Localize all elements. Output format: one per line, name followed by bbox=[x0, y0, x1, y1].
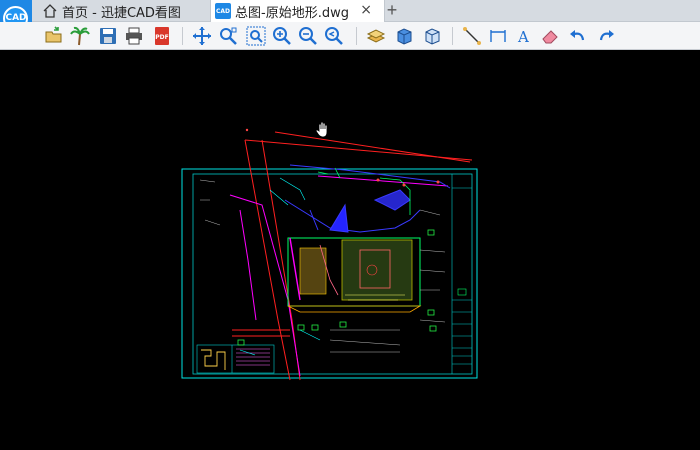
palm-icon[interactable] bbox=[70, 26, 90, 46]
toolbar-divider bbox=[452, 27, 453, 45]
zoom-out-icon[interactable] bbox=[298, 26, 318, 46]
undo-icon[interactable] bbox=[568, 26, 588, 46]
home-icon bbox=[43, 4, 57, 18]
dimension-icon[interactable] bbox=[488, 26, 508, 46]
print-icon[interactable] bbox=[124, 26, 144, 46]
sheet-inner-frame bbox=[192, 173, 473, 375]
zoom-in-icon[interactable] bbox=[272, 26, 292, 46]
text-tool-glyph: A bbox=[517, 28, 529, 46]
new-tab-button[interactable]: + bbox=[383, 0, 401, 22]
pdf-badge: PDF bbox=[155, 34, 168, 41]
hand-cursor-icon bbox=[315, 121, 328, 138]
measure-icon[interactable] bbox=[462, 26, 482, 46]
open-icon[interactable] bbox=[44, 26, 64, 46]
tab-bar: 首页 - 迅捷CAD看图 CAD 总图-原始地形.dwg × + bbox=[0, 0, 700, 22]
save-icon[interactable] bbox=[98, 26, 118, 46]
tab-home[interactable]: 首页 - 迅捷CAD看图 bbox=[42, 0, 207, 22]
legend-block bbox=[196, 344, 275, 374]
boundary-magenta bbox=[229, 175, 449, 377]
text-icon[interactable]: A bbox=[514, 26, 534, 46]
cad-file-icon: CAD bbox=[215, 3, 231, 19]
boundary-blue bbox=[284, 164, 451, 233]
title-block bbox=[451, 174, 472, 374]
toolbar-divider bbox=[356, 27, 357, 45]
3d-box-icon[interactable] bbox=[422, 26, 442, 46]
drawing-canvas[interactable] bbox=[0, 51, 700, 450]
layers-icon[interactable] bbox=[366, 26, 386, 46]
tab-drawing-label: 总图-原始地形.dwg bbox=[235, 5, 349, 21]
pdf-icon[interactable]: PDF bbox=[152, 26, 172, 46]
toolbar-divider bbox=[182, 27, 183, 45]
pan-icon[interactable] bbox=[192, 26, 212, 46]
eraser-icon[interactable] bbox=[540, 26, 560, 46]
site-plan bbox=[287, 237, 422, 313]
tab-home-label: 首页 - 迅捷CAD看图 bbox=[62, 5, 181, 21]
sheet-frame bbox=[181, 168, 478, 379]
zoom-extents-icon[interactable] bbox=[246, 26, 266, 46]
zoom-previous-icon[interactable] bbox=[324, 26, 344, 46]
toolbar: PDF A bbox=[0, 22, 700, 50]
close-tab-button[interactable]: × bbox=[360, 2, 372, 18]
redo-icon[interactable] bbox=[596, 26, 616, 46]
tab-drawing[interactable]: CAD 总图-原始地形.dwg × bbox=[210, 0, 385, 22]
cad-drawing[interactable] bbox=[0, 51, 700, 450]
3d-view-icon[interactable] bbox=[394, 26, 414, 46]
zoom-window-icon[interactable] bbox=[218, 26, 238, 46]
